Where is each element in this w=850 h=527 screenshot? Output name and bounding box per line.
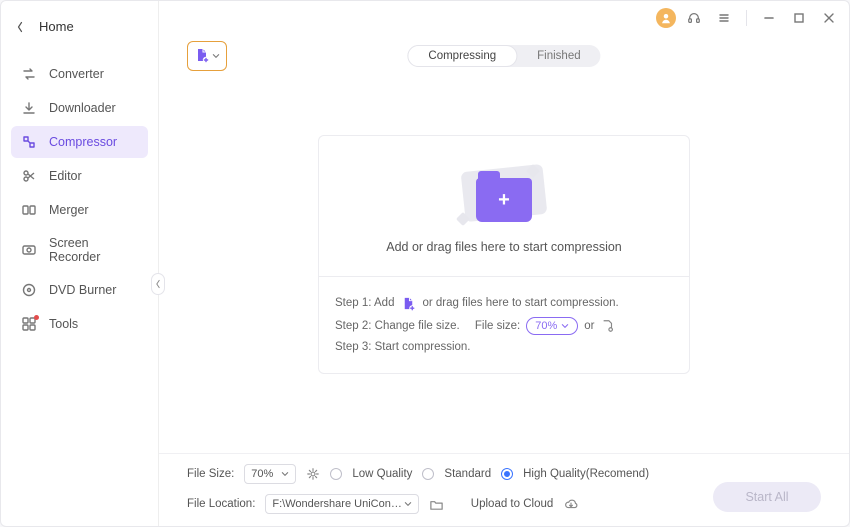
tab-compressing[interactable]: Compressing	[407, 45, 517, 67]
tab-finished[interactable]: Finished	[517, 45, 600, 67]
file-size-select[interactable]: 70%	[244, 464, 296, 484]
sidebar-collapse-button[interactable]	[151, 273, 165, 295]
sidebar-item-label: Downloader	[49, 101, 116, 115]
file-location-select[interactable]: F:\Wondershare UniConverter 1	[265, 494, 419, 514]
bottom-bar: File Size: 70% Low Quality Standard High…	[159, 453, 849, 526]
sidebar-item-label: Converter	[49, 67, 104, 81]
folder-add-illustration: +	[456, 160, 552, 230]
step-text: or	[584, 320, 594, 332]
file-location-label: File Location:	[187, 498, 255, 510]
account-button[interactable]	[656, 8, 676, 28]
instruction-steps: Step 1: Add or drag files here to start …	[319, 276, 689, 373]
open-folder-button[interactable]	[429, 497, 444, 512]
file-size-pill[interactable]: 70%	[526, 317, 578, 335]
sidebar-item-label: DVD Burner	[49, 283, 116, 297]
step-2: Step 2: Change file size. File size: 70%…	[335, 317, 673, 335]
maximize-button[interactable]	[787, 6, 811, 30]
sidebar-item-editor[interactable]: Editor	[11, 160, 148, 192]
chevron-down-icon	[281, 470, 289, 478]
minimize-button[interactable]	[757, 6, 781, 30]
sidebar-item-label: Screen Recorder	[49, 236, 138, 264]
file-add-icon	[194, 47, 210, 66]
sidebar-item-dvd-burner[interactable]: DVD Burner	[11, 274, 148, 306]
close-button[interactable]	[817, 6, 841, 30]
step-text: or drag files here to start compression.	[422, 297, 618, 309]
sidebar-item-label: Compressor	[49, 135, 117, 149]
file-size-value: 70%	[535, 320, 557, 332]
compressor-icon	[21, 134, 37, 150]
drop-zone[interactable]: + Add or drag files here to start compre…	[318, 135, 690, 374]
divider	[746, 10, 747, 26]
tools-icon	[21, 316, 37, 332]
step-1: Step 1: Add or drag files here to start …	[335, 295, 673, 311]
back-icon	[15, 22, 25, 32]
step-text: File size:	[475, 320, 520, 332]
merger-icon	[21, 202, 37, 218]
settings-button[interactable]	[306, 467, 320, 481]
step-text: Step 3: Start compression.	[335, 341, 471, 353]
quality-low-label: Low Quality	[352, 468, 412, 480]
step-text: Step 2: Change file size.	[335, 320, 460, 332]
titlebar	[159, 1, 849, 31]
dvd-icon	[21, 282, 37, 298]
sidebar-item-converter[interactable]: Converter	[11, 58, 148, 90]
home-button[interactable]: Home	[7, 13, 152, 40]
upload-cloud-label: Upload to Cloud	[471, 498, 553, 510]
file-location-value: F:\Wondershare UniConverter 1	[272, 498, 404, 510]
cloud-upload-icon[interactable]	[563, 496, 579, 512]
file-add-icon	[400, 295, 416, 311]
add-files-button[interactable]	[187, 41, 227, 71]
drop-zone-top: + Add or drag files here to start compre…	[319, 136, 689, 276]
sidebar-item-downloader[interactable]: Downloader	[11, 92, 148, 124]
sidebar-item-tools[interactable]: Tools	[11, 308, 148, 340]
sidebar-item-screen-recorder[interactable]: Screen Recorder	[11, 228, 148, 272]
support-button[interactable]	[682, 6, 706, 30]
tab-label: Finished	[537, 50, 580, 62]
quality-standard-radio[interactable]	[422, 468, 434, 480]
home-label: Home	[39, 19, 74, 34]
toolbar: Compressing Finished	[159, 31, 849, 75]
file-size-label: File Size:	[187, 468, 234, 480]
sidebar-item-label: Editor	[49, 169, 82, 183]
menu-button[interactable]	[712, 6, 736, 30]
start-all-button[interactable]: Start All	[713, 482, 821, 512]
file-size-value: 70%	[251, 468, 273, 480]
drop-caption: Add or drag files here to start compress…	[386, 240, 622, 254]
sidebar-item-label: Merger	[49, 203, 89, 217]
editor-icon	[21, 168, 37, 184]
notification-badge	[34, 315, 39, 320]
sidebar-item-label: Tools	[49, 317, 78, 331]
quality-low-radio[interactable]	[330, 468, 342, 480]
converter-icon	[21, 66, 37, 82]
quality-high-label: High Quality(Recomend)	[523, 468, 649, 480]
step-3: Step 3: Start compression.	[335, 341, 673, 353]
sidebar: Home Converter Downloader Compressor Edi…	[1, 1, 159, 526]
tab-label: Compressing	[428, 50, 496, 62]
start-all-label: Start All	[745, 490, 788, 504]
chevron-down-icon	[561, 322, 569, 330]
chevron-down-icon	[404, 500, 412, 508]
main-panel: Compressing Finished + Add or drag files…	[159, 1, 849, 526]
file-size-row: File Size: 70% Low Quality Standard High…	[187, 464, 821, 484]
quality-high-radio[interactable]	[501, 468, 513, 480]
recorder-icon	[21, 242, 37, 258]
sidebar-item-merger[interactable]: Merger	[11, 194, 148, 226]
file-settings-icon[interactable]	[601, 319, 615, 333]
step-text: Step 1: Add	[335, 297, 394, 309]
quality-standard-label: Standard	[444, 468, 491, 480]
sidebar-item-compressor[interactable]: Compressor	[11, 126, 148, 158]
chevron-down-icon	[212, 49, 220, 63]
downloader-icon	[21, 100, 37, 116]
tab-switch: Compressing Finished	[407, 45, 600, 67]
